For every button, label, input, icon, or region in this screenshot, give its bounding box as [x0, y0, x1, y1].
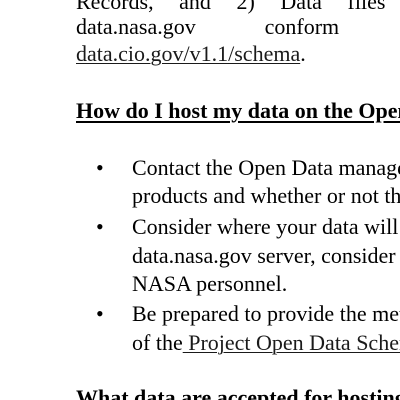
bullet-symbol-1: •	[96, 155, 104, 180]
intro-line-2: data.nasa.gov conform to all	[76, 14, 400, 39]
project-open-data-schema-link[interactable]: Project Open Data Schema	[183, 330, 400, 355]
bullet-2-line-2: data.nasa.gov server, consider the host …	[132, 243, 400, 268]
bullet-2-line-3: NASA personnel.	[132, 271, 288, 296]
bullet-3-line-2: of the Project Open Data Schema	[132, 329, 400, 357]
bullet-3-line-2-prefix: of the	[132, 330, 183, 355]
bullet-symbol-2: •	[96, 214, 104, 239]
intro-line-3-tail: .	[300, 41, 306, 66]
bullet-1-line-2: products and whether or not they meet th…	[132, 183, 400, 208]
bullet-1-line-1: Contact the Open Data manager to discuss…	[132, 155, 400, 180]
heading-host-data: How do I host my data on the Open Data P…	[76, 98, 400, 123]
intro-line-3: data.cio.gov/v1.1/schema.	[76, 40, 306, 68]
bullet-2-line-1: Consider where your data will be stored.…	[132, 214, 400, 239]
bullet-symbol-3: •	[96, 301, 104, 326]
schema-link[interactable]: data.cio.gov/v1.1/schema	[76, 41, 300, 66]
document-page: Records, and 2) Data files hosted on dat…	[0, 0, 400, 400]
bullet-3-line-1: Be prepared to provide the metadata requ…	[132, 301, 400, 326]
heading-accepted-data: What data are accepted for hosting?	[76, 385, 400, 400]
